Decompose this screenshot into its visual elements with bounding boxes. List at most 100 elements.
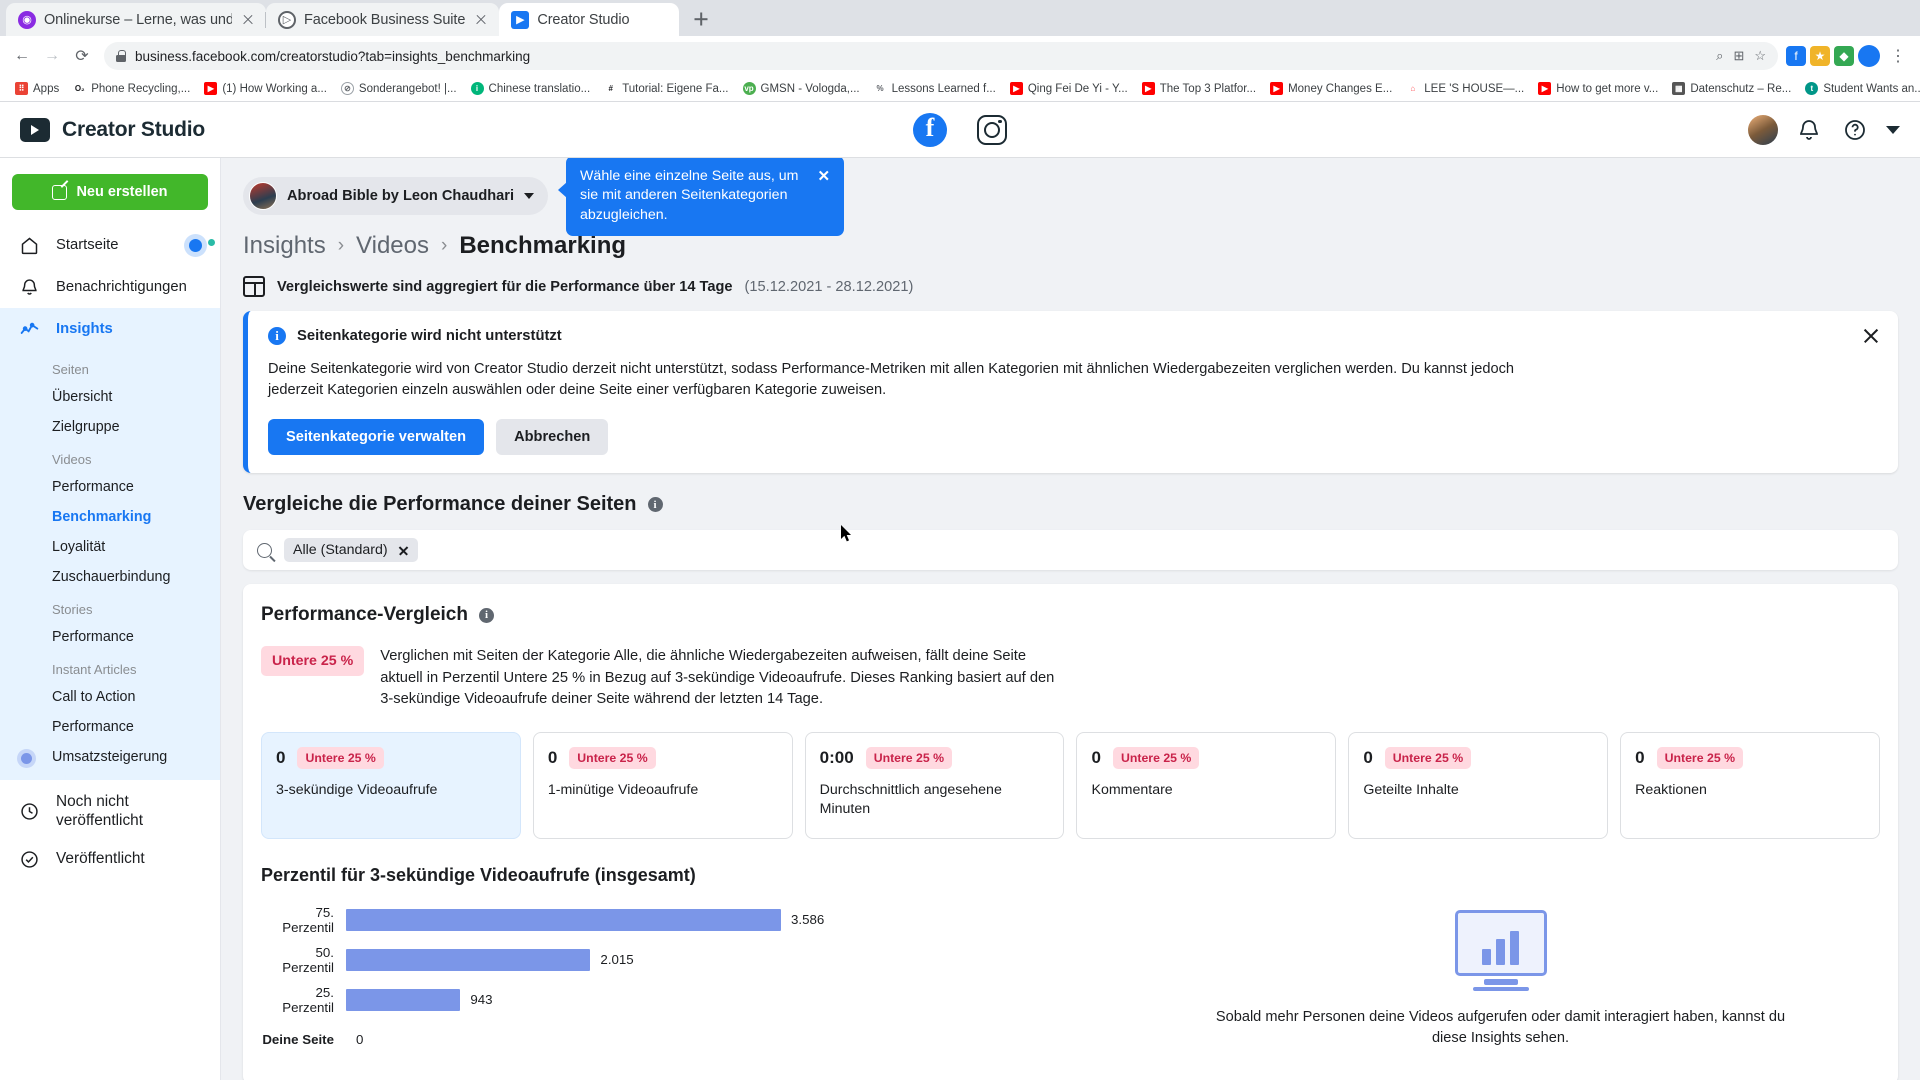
sidebar-item-benachrichtigungen[interactable]: Benachrichtigungen xyxy=(0,266,220,308)
bookmark-item[interactable]: O₂ Phone Recycling,... xyxy=(66,80,197,97)
tab-close-icon[interactable] xyxy=(240,12,256,28)
bookmark-item[interactable]: ⊘ Sonderangebot! |... xyxy=(334,80,464,97)
metric-label: Reaktionen xyxy=(1635,782,1707,799)
bar-value: 0 xyxy=(356,1032,364,1048)
home-icon xyxy=(18,235,40,256)
extension-icon[interactable]: ★ xyxy=(1810,46,1830,66)
monitor-stand xyxy=(1483,978,1518,985)
sidebar-item-zielgruppe[interactable]: Zielgruppe xyxy=(0,412,220,442)
bookmark-item[interactable]: ▶ (1) How Working a... xyxy=(197,80,334,97)
browser-tab[interactable]: ▷ Facebook Business Suite xyxy=(264,3,500,36)
tooltip-callout: Wähle eine einzelne Seite aus, um sie mi… xyxy=(558,158,845,236)
metric-card[interactable]: 0 Untere 25 % 1-minütige Videoaufrufe xyxy=(532,732,793,839)
page-selector[interactable]: Abroad Bible by Leon Chaudhari xyxy=(243,177,549,215)
account-menu-caret-icon[interactable] xyxy=(1886,125,1900,134)
search-icon xyxy=(257,542,272,558)
sidebar-item-umsatzsteigerung[interactable]: Umsatzsteigerung xyxy=(0,742,220,772)
bookmark-item[interactable]: ⠿ Apps xyxy=(8,80,66,97)
browser-tab-active[interactable]: ▶ Creator Studio xyxy=(499,3,680,36)
back-icon[interactable]: ← xyxy=(8,42,36,70)
bookmark-item[interactable]: ▦ Datenschutz – Re... xyxy=(1665,80,1798,97)
apps-grid-icon: ⠿ xyxy=(15,82,28,95)
panel-title: Performance-Vergleich xyxy=(261,604,468,626)
info-icon: i xyxy=(268,327,286,345)
create-new-button[interactable]: Neu erstellen xyxy=(12,174,208,210)
page-filter-search[interactable]: Alle (Standard) xyxy=(243,530,1898,571)
sidebar-item-benchmarking[interactable]: Benchmarking xyxy=(0,502,220,532)
bell-icon[interactable] xyxy=(1794,115,1824,145)
sidebar-item-zuschauerbindung[interactable]: Zuschauerbindung xyxy=(0,562,220,592)
bar-chart: 75. Perzentil 3.586 50. Perzentil 2.015 … xyxy=(261,900,1101,1060)
metric-card[interactable]: 0 Untere 25 % Kommentare xyxy=(1076,732,1337,839)
insights-icon xyxy=(18,319,40,340)
filter-chip[interactable]: Alle (Standard) xyxy=(284,538,418,563)
manage-page-category-button[interactable]: Seitenkategorie verwalten xyxy=(268,419,485,456)
sidebar-item-uebersicht[interactable]: Übersicht xyxy=(0,382,220,412)
sidebar-item-stories-performance[interactable]: Performance xyxy=(0,622,220,652)
metric-card[interactable]: 0:00 Untere 25 % Durchschnittlich angese… xyxy=(804,732,1065,839)
metric-card[interactable]: 0 Untere 25 % 3-sekündige Videoaufrufe xyxy=(261,732,521,839)
bar-label: 50. Perzentil xyxy=(282,944,334,975)
bookmark-item[interactable]: ▶ Qing Fei De Yi - Y... xyxy=(1003,80,1135,97)
metric-label: Durchschnittlich angesehene Minuten xyxy=(819,782,1002,818)
bookmark-star-icon[interactable]: ☆ xyxy=(1754,48,1766,64)
bookmark-item[interactable]: # Tutorial: Eigene Fa... xyxy=(597,80,735,97)
toolbar-extensions: f ★ ◆ ⋮ xyxy=(1786,42,1912,70)
bookmark-item[interactable]: ⌂ LEE 'S HOUSE—... xyxy=(1399,80,1531,97)
cancel-button[interactable]: Abbrechen xyxy=(496,419,609,456)
info-icon[interactable]: i xyxy=(647,497,663,513)
bookmark-item[interactable]: ▶ How to get more v... xyxy=(1531,80,1665,97)
search-in-page-icon[interactable]: ⌕ xyxy=(1716,48,1723,64)
tab-favicon-icon: ▶ xyxy=(511,10,530,29)
extension-icon[interactable]: ◆ xyxy=(1834,46,1854,66)
tab-favicon-icon: ▷ xyxy=(278,10,296,29)
bookmark-item[interactable]: i Chinese translatio... xyxy=(464,80,598,97)
sidebar-item-ia-performance[interactable]: Performance xyxy=(0,712,220,742)
sidebar-item-startseite[interactable]: Startseite xyxy=(0,224,220,266)
bookmark-item[interactable]: ▶ Money Changes E... xyxy=(1263,80,1399,97)
facebook-extension-icon[interactable]: f xyxy=(1786,46,1806,66)
sidebar-label: Noch nicht veröffentlicht xyxy=(56,792,143,829)
tooltip-close-icon[interactable]: ✕ xyxy=(817,169,830,184)
bookmark-item[interactable]: % Lessons Learned f... xyxy=(867,80,1003,97)
site-icon: # xyxy=(604,82,618,95)
chrome-menu-icon[interactable]: ⋮ xyxy=(1884,42,1912,70)
browser-tab[interactable]: ◉ Onlinekurse – Lerne, was und v xyxy=(6,3,266,36)
sidebar-item-call-to-action[interactable]: Call to Action xyxy=(0,682,220,712)
sidebar-item-noch-nicht-veroeffentlicht[interactable]: Noch nicht veröffentlicht xyxy=(0,784,220,838)
calendar-icon xyxy=(243,276,265,297)
help-icon[interactable] xyxy=(1840,115,1870,145)
address-bar[interactable]: business.facebook.com/creatorstudio?tab=… xyxy=(104,42,1778,70)
bookmark-item[interactable]: vp GMSN - Vologda,... xyxy=(736,80,867,97)
breadcrumb-item-insights[interactable]: Insights xyxy=(243,232,326,260)
creator-studio-logo-icon xyxy=(20,117,50,142)
bookmark-label: Qing Fei De Yi - Y... xyxy=(1027,82,1128,95)
filter-chip-label: Alle (Standard) xyxy=(293,542,388,559)
new-tab-button[interactable] xyxy=(687,5,715,33)
metric-card[interactable]: 0 Untere 25 % Geteilte Inhalte xyxy=(1348,732,1609,839)
remove-filter-icon[interactable] xyxy=(398,545,409,556)
bar xyxy=(346,988,461,1011)
breadcrumb-item-videos[interactable]: Videos xyxy=(356,232,429,260)
instagram-icon[interactable] xyxy=(977,114,1007,145)
bar-row: 75. Perzentil 3.586 xyxy=(261,900,1101,940)
sidebar-item-videos-performance[interactable]: Performance xyxy=(0,472,220,502)
bookmark-item[interactable]: ▶ The Top 3 Platfor... xyxy=(1135,80,1263,97)
avatar[interactable] xyxy=(1748,114,1778,145)
bell-icon xyxy=(18,277,40,298)
sidebar-item-loyalitaet[interactable]: Loyalität xyxy=(0,532,220,562)
metric-card[interactable]: 0 Untere 25 % Reaktionen xyxy=(1620,732,1880,839)
creator-studio-logo[interactable]: Creator Studio xyxy=(20,117,205,142)
bookmark-item[interactable]: t Student Wants an... xyxy=(1798,80,1920,97)
tab-close-icon[interactable] xyxy=(473,12,489,28)
sidebar-item-insights[interactable]: Insights xyxy=(0,308,220,350)
verdict-row: Untere 25 % Verglichen mit Seiten der Ka… xyxy=(261,646,1880,710)
profile-avatar[interactable] xyxy=(1858,45,1880,67)
facebook-icon[interactable]: f xyxy=(913,112,947,147)
install-icon[interactable]: ⊞ xyxy=(1733,48,1744,64)
close-icon[interactable] xyxy=(1862,327,1880,345)
info-icon[interactable]: i xyxy=(478,607,494,623)
forward-icon[interactable]: → xyxy=(38,42,66,70)
sidebar-item-veroeffentlicht[interactable]: Veröffentlicht xyxy=(0,838,220,880)
reload-icon[interactable]: ⟳ xyxy=(68,42,96,70)
